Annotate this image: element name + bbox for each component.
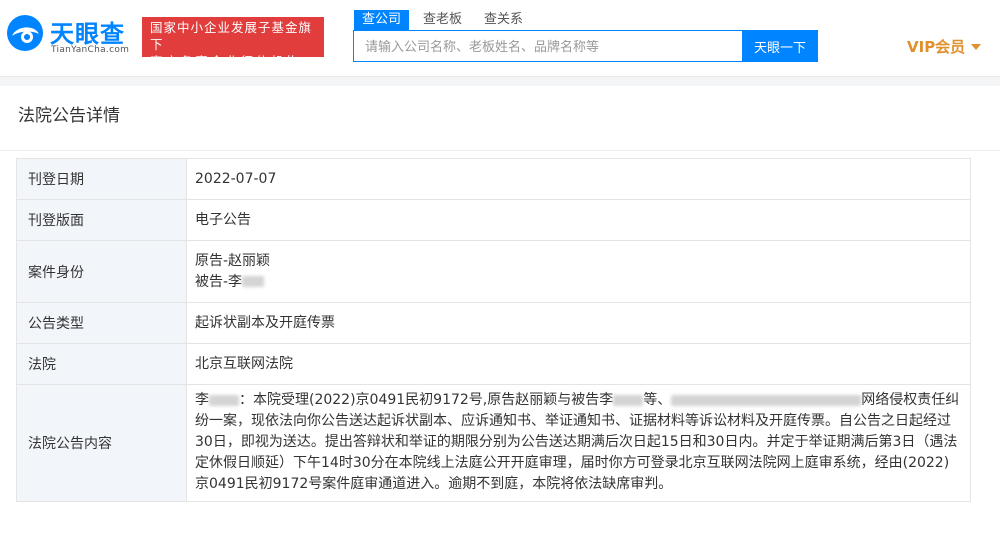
defendant-entry: 被告-李 — [195, 272, 962, 293]
vip-member-menu[interactable]: VIP会员 — [907, 36, 982, 57]
publish-section-value: 电子公告 — [186, 199, 971, 241]
logo-text: 天眼查 — [50, 20, 125, 48]
court-notice-card: 法院公告详情 刊登日期 2022-07-07 刊登版面 电子公告 案件身份 原告… — [0, 86, 1000, 546]
notice-text-part: 等、 — [643, 392, 672, 408]
slogan-banner: 国家中小企业发展子基金旗下 官方备案企业征信机构 — [142, 17, 324, 69]
vip-label: VIP会员 — [907, 38, 966, 56]
court-value: 北京互联网法院 — [186, 343, 971, 385]
notice-detail-table: 刊登日期 2022-07-07 刊登版面 电子公告 案件身份 原告-赵丽颖 被告… — [16, 158, 971, 502]
tab-search-relation[interactable]: 查关系 — [484, 10, 523, 30]
row-label: 刊登日期 — [16, 158, 187, 200]
redacted-name-mask — [209, 394, 239, 406]
tab-search-boss[interactable]: 查老板 — [423, 10, 462, 30]
table-row: 刊登版面 电子公告 — [16, 199, 971, 241]
top-header: 天眼查 TianYanCha.com 国家中小企业发展子基金旗下 官方备案企业征… — [0, 0, 1000, 77]
tab-search-company[interactable]: 查公司 — [354, 10, 410, 35]
redacted-company-mask — [671, 394, 862, 406]
notice-content-value: 李：本院受理(2022)京0491民初9172号,原告赵丽颖与被告李 等、 网络侵权… — [186, 384, 971, 502]
table-row: 法院 北京互联网法院 — [16, 343, 971, 385]
row-label: 案件身份 — [16, 240, 187, 303]
notice-type-value: 起诉状副本及开庭传票 — [186, 302, 971, 344]
row-label: 法院 — [16, 343, 187, 385]
redacted-name-mask — [613, 394, 644, 406]
slogan-line-2: 官方备案企业征信机构 — [150, 54, 302, 69]
caret-down-icon — [971, 43, 982, 50]
publish-date-value: 2022-07-07 — [186, 158, 971, 200]
logo-domain: TianYanCha.com — [51, 45, 130, 55]
table-row: 刊登日期 2022-07-07 — [16, 158, 971, 200]
plaintiff-link[interactable]: 原告-赵丽颖 — [195, 251, 962, 272]
search-input[interactable] — [363, 32, 737, 62]
row-label: 刊登版面 — [16, 199, 187, 241]
row-label: 公告类型 — [16, 302, 187, 344]
page-title: 法院公告详情 — [0, 86, 1000, 151]
search-button[interactable]: 天眼一下 — [742, 30, 818, 62]
search-tabs: 查公司 查老板 查关系 — [354, 10, 545, 35]
notice-addressee: 李 — [195, 392, 209, 408]
row-label: 法院公告内容 — [16, 384, 187, 502]
slogan-line-1: 国家中小企业发展子基金旗下 — [150, 20, 313, 52]
tianyancha-logo[interactable]: 天眼查 TianYanCha.com — [6, 12, 134, 60]
table-row: 公告类型 起诉状副本及开庭传票 — [16, 302, 971, 344]
defendant-text: 被告-李 — [195, 273, 243, 290]
case-parties-value: 原告-赵丽颖 被告-李 — [186, 240, 971, 303]
table-row: 法院公告内容 李 ：本院受理(2022)京0491民初9172号,原告赵丽颖与被告… — [16, 384, 971, 502]
logo-eye-icon — [7, 15, 43, 51]
search-box — [353, 30, 743, 62]
notice-text-part: ：本院受理(2022)京0491民初9172号,原告赵丽颖与被告李 — [239, 392, 614, 408]
redacted-name-mask — [242, 276, 265, 287]
table-row: 案件身份 原告-赵丽颖 被告-李 — [16, 240, 971, 303]
